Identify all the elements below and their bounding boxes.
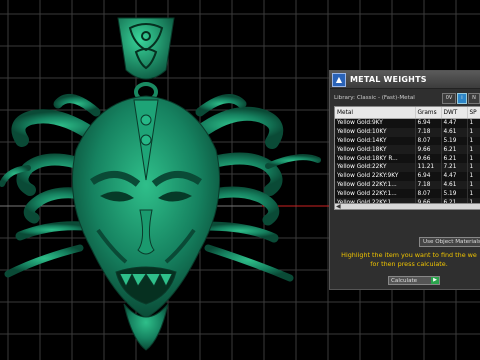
table-cell: Yellow Gold:10KY xyxy=(335,127,416,137)
library-row: Library: Classic - (Fast)-Metal 0V i N xyxy=(330,92,480,104)
play-arrow-icon: ▶ xyxy=(431,277,439,284)
table-cell: 1 xyxy=(467,118,480,128)
table-cell: 5.19 xyxy=(441,136,468,146)
table-cell: 1 xyxy=(467,180,480,190)
table-cell: 1 xyxy=(467,136,480,146)
unit-control[interactable]: 0V xyxy=(442,92,456,104)
medusa-pendant-model[interactable] xyxy=(0,17,321,351)
table-cell: 1 xyxy=(467,154,480,163)
table-cell: Yellow Gold:18KY R... xyxy=(335,154,416,163)
table-cell: 6.94 xyxy=(415,171,442,181)
calculate-button[interactable]: Calculate ▶ xyxy=(388,276,440,285)
metal-weights-panel: ▲ METAL WEIGHTS Library: Classic - (Fast… xyxy=(329,70,480,290)
column-header[interactable]: DWT xyxy=(441,107,468,119)
unit-dropdown[interactable]: N xyxy=(468,92,480,104)
object-materials-dropdown[interactable]: Use Object Materials xyxy=(419,237,480,247)
table-cell: 11.21 xyxy=(415,162,442,172)
table-cell: 5.19 xyxy=(441,189,468,199)
table-row[interactable]: Yellow Gold:14KY 8.07 5.19 1 xyxy=(335,136,480,146)
table-cell: 1 xyxy=(467,162,480,172)
table-cell: 1 xyxy=(467,127,480,137)
panel-title: METAL WEIGHTS xyxy=(350,75,427,84)
table-cell: 1 xyxy=(467,171,480,181)
metal-weights-table[interactable]: Metal Grams DWT SP Yellow Gold:9KY 6.94 4.47 1… xyxy=(334,106,480,205)
table-cell: Yellow Gold 22KY:1... xyxy=(335,180,416,190)
table-cell: 7.21 xyxy=(441,162,468,172)
weights-logo-icon: ▲ xyxy=(332,72,346,87)
table-cell: 4.61 xyxy=(441,127,468,137)
table-cell: 4.61 xyxy=(441,180,468,190)
table-row[interactable]: Yellow Gold:10KY 7.18 4.61 1 xyxy=(335,127,480,137)
table-cell: 9.66 xyxy=(415,145,442,155)
column-header[interactable]: SP xyxy=(467,107,480,119)
table-cell: 1 xyxy=(467,145,480,155)
table-cell: Yellow Gold:9KY xyxy=(335,118,416,128)
table-cell: 9.66 xyxy=(415,154,442,163)
table-cell: 8.07 xyxy=(415,136,442,146)
info-button[interactable]: i xyxy=(457,92,467,104)
table-row[interactable]: Yellow Gold:18KY R... 9.66 6.21 1 xyxy=(335,154,480,163)
table-cell: Yellow Gold:18KY xyxy=(335,145,416,155)
horizontal-scrollbar[interactable]: ◀ xyxy=(334,203,480,210)
table-cell: 4.47 xyxy=(441,118,468,128)
table-cell: 7.18 xyxy=(415,127,442,137)
instruction-text: Highlight the item you want to find the … xyxy=(314,251,480,269)
panel-title-bar[interactable]: ▲ METAL WEIGHTS xyxy=(330,71,480,89)
table-cell: Yellow Gold 22KY:9KY xyxy=(335,171,416,181)
table-row[interactable]: Yellow Gold:9KY 6.94 4.47 1 xyxy=(335,118,480,128)
hint-line-1: Highlight the item you want to find the … xyxy=(341,251,477,259)
hint-line-2: for then press calculate. xyxy=(370,260,448,268)
table-body[interactable]: Yellow Gold:9KY 6.94 4.47 1 Yellow Gold:10KY… xyxy=(335,118,480,204)
table-cell: 6.21 xyxy=(441,154,468,163)
table-cell: Yellow Gold:14KY xyxy=(335,136,416,146)
table-row[interactable]: Yellow Gold 22KY:1... 7.18 4.61 1 xyxy=(335,180,480,190)
scroll-left-icon[interactable]: ◀ xyxy=(336,203,341,210)
table-cell: Yellow Gold 22KY:1... xyxy=(335,189,416,199)
table-row[interactable]: Yellow Gold 22KY:1... 8.07 5.19 1 xyxy=(335,189,480,199)
column-header[interactable]: Metal xyxy=(335,107,416,119)
column-header[interactable]: Grams xyxy=(415,107,442,119)
table-cell: 7.18 xyxy=(415,180,442,190)
table-cell: 4.47 xyxy=(441,171,468,181)
calculate-label: Calculate xyxy=(391,278,418,284)
table-cell: 8.07 xyxy=(415,189,442,199)
table-cell: 6.94 xyxy=(415,118,442,128)
table-cell: 6.21 xyxy=(441,145,468,155)
table-cell: Yellow Gold:22KY xyxy=(335,162,416,172)
table-row[interactable]: Yellow Gold 22KY:9KY 6.94 4.47 1 xyxy=(335,171,480,181)
library-label: Library: Classic - (Fast)-Metal xyxy=(334,95,415,101)
table-row[interactable]: Yellow Gold:22KY 11.21 7.21 1 xyxy=(335,162,480,172)
table-row[interactable]: Yellow Gold:18KY 9.66 6.21 1 xyxy=(335,145,480,155)
table-header-row: Metal Grams DWT SP xyxy=(335,107,480,119)
table-cell: 1 xyxy=(467,189,480,199)
